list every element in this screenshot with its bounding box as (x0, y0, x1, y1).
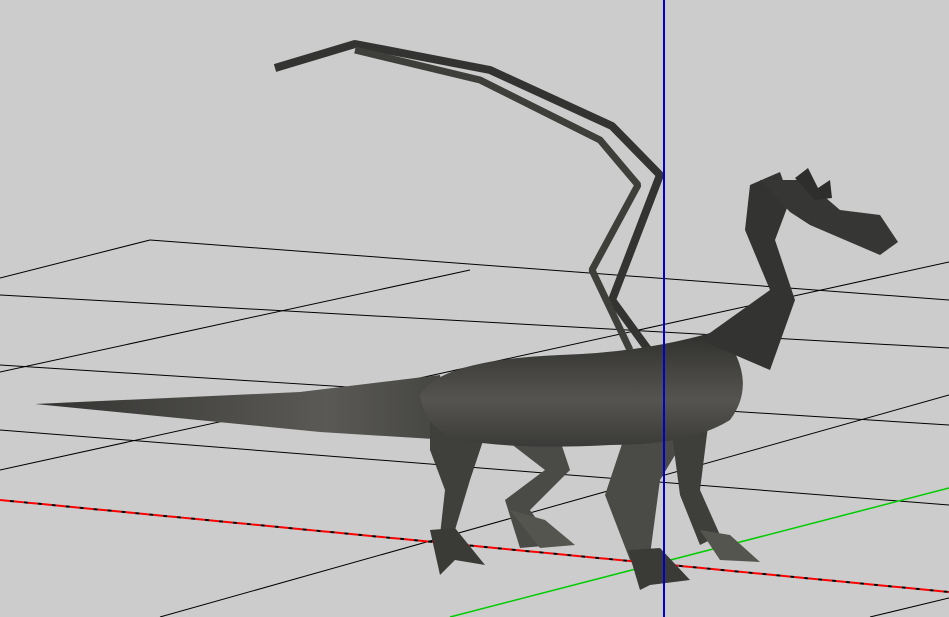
wing-outer (273, 40, 664, 355)
tail (35, 375, 450, 440)
3d-viewport[interactable] (0, 0, 949, 617)
scene[interactable] (0, 0, 949, 617)
front-foot-right (700, 530, 760, 562)
body (420, 330, 743, 447)
dragon-model[interactable] (35, 40, 898, 590)
wing-inner (354, 46, 642, 352)
front-foot-left (628, 548, 690, 590)
hind-foot-left (430, 528, 485, 575)
